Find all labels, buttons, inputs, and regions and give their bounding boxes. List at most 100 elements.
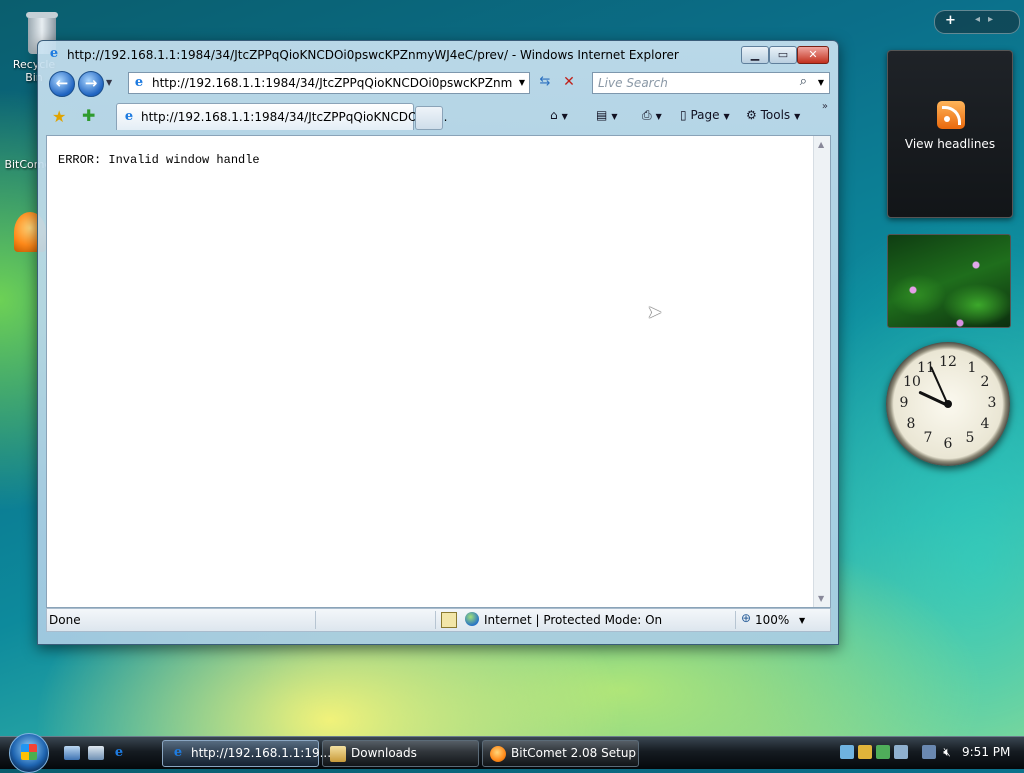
- clock-time[interactable]: 9:51 PM: [962, 745, 1010, 759]
- scroll-down-icon[interactable]: ▼: [818, 594, 824, 603]
- feeds-button[interactable]: ▤ ▼: [596, 108, 618, 122]
- stop-icon: ✕: [563, 74, 575, 90]
- scroll-up-icon[interactable]: ▲: [818, 140, 824, 149]
- stop-button[interactable]: ✕: [558, 72, 580, 92]
- add-favorites-icon[interactable]: ✚: [82, 106, 95, 125]
- maximize-button[interactable]: ▭: [769, 46, 797, 64]
- clock-numeral: 7: [923, 430, 933, 446]
- tab-current[interactable]: e http://192.168.1.1:1984/34/JtcZPPqQioK…: [116, 103, 447, 130]
- bitcomet-icon: [490, 746, 506, 762]
- search-input[interactable]: Live Search ⌕ ▼: [592, 72, 830, 94]
- tools-dropdown-icon: ▼: [794, 112, 801, 121]
- tray-app-icon[interactable]: [876, 745, 890, 759]
- security-zone[interactable]: Internet | Protected Mode: On: [484, 613, 662, 627]
- status-divider: [435, 611, 436, 629]
- show-desktop-icon[interactable]: [64, 746, 80, 760]
- taskbar-item-label: Downloads: [351, 746, 417, 760]
- taskbar-item-label: http://192.168.1.1:19...: [191, 746, 332, 760]
- start-button[interactable]: [9, 733, 49, 773]
- close-icon: ✕: [808, 48, 818, 61]
- gear-icon: ⚙: [746, 108, 757, 122]
- back-arrow-icon: ←: [55, 74, 69, 92]
- taskbar-item-browser[interactable]: e http://192.168.1.1:19...: [162, 740, 331, 767]
- page-menu-button[interactable]: ▯ Page ▼: [680, 108, 730, 122]
- clock-numeral: 5: [965, 430, 975, 446]
- forward-button[interactable]: →: [78, 71, 104, 97]
- clock-numeral: 8: [906, 416, 916, 432]
- address-text[interactable]: http://192.168.1.1:1984/34/JtcZPPqQioKNC…: [152, 76, 512, 90]
- ie-icon: e: [49, 46, 59, 61]
- rss-icon: [937, 101, 965, 129]
- clock-numeral: 9: [899, 395, 909, 411]
- refresh-button[interactable]: ⇆: [534, 72, 556, 92]
- network-status-icon[interactable]: [922, 745, 936, 759]
- tab-label: http://192.168.1.1:1984/34/JtcZPPqQioKNC…: [141, 110, 448, 124]
- network-tray-icon[interactable]: [840, 745, 854, 759]
- clock-numeral: 6: [943, 436, 953, 452]
- volume-muted-icon[interactable]: 🔇︎: [940, 745, 954, 759]
- feeds-dropdown-icon[interactable]: ▼: [611, 112, 617, 121]
- clock-numeral: 3: [987, 395, 997, 411]
- back-button[interactable]: ←: [49, 71, 75, 97]
- refresh-icon: ⇆: [539, 74, 551, 89]
- clock-numeral: 10: [903, 374, 921, 390]
- folder-icon: [330, 746, 346, 762]
- address-bar[interactable]: e http://192.168.1.1:1984/34/JtcZPPqQioK…: [128, 72, 530, 94]
- search-icon[interactable]: ⌕: [800, 74, 807, 89]
- favorites-star-icon[interactable]: ★: [52, 107, 66, 126]
- status-divider: [735, 611, 736, 629]
- slideshow-gadget[interactable]: [887, 234, 1011, 328]
- home-button[interactable]: ⌂ ▼: [550, 108, 568, 122]
- taskbar: e e http://192.168.1.1:19... Downloads B…: [0, 733, 1024, 773]
- add-gadget-icon[interactable]: +: [945, 13, 956, 28]
- print-icon: ⎙: [642, 108, 652, 122]
- close-button[interactable]: ✕: [797, 46, 829, 64]
- maximize-icon: ▭: [777, 48, 789, 61]
- chevron-right-icon[interactable]: »: [822, 101, 828, 112]
- status-text: Done: [49, 613, 81, 627]
- search-placeholder: Live Search: [598, 76, 668, 90]
- feed-label[interactable]: View headlines: [888, 137, 1012, 151]
- home-dropdown-icon[interactable]: ▼: [562, 112, 568, 121]
- ie-quicklaunch-icon[interactable]: e: [111, 746, 127, 760]
- address-dropdown-icon[interactable]: ▼: [519, 78, 525, 87]
- home-icon: ⌂: [550, 108, 558, 122]
- security-shield-icon[interactable]: [858, 745, 872, 759]
- page-content: ERROR: Invalid window handle ▲ ▼ ➤: [46, 135, 831, 608]
- switch-windows-icon[interactable]: [88, 746, 104, 760]
- windows-logo-icon: [21, 744, 37, 760]
- new-tab-button[interactable]: [415, 106, 443, 130]
- zoom-icon: ⊕: [741, 611, 752, 625]
- page-menu-label: Page: [690, 108, 720, 122]
- tray-monitor-icon[interactable]: [894, 745, 908, 759]
- minimize-button[interactable]: ▁: [741, 46, 769, 64]
- page-dropdown-icon: ▼: [723, 112, 730, 121]
- popup-blocker-icon[interactable]: [441, 612, 457, 628]
- command-bar: ★ ✚ e http://192.168.1.1:1984/34/JtcZPPq…: [46, 101, 830, 131]
- internet-zone-icon: [465, 612, 479, 626]
- print-dropdown-icon[interactable]: ▼: [656, 112, 662, 121]
- zoom-level[interactable]: 100%: [755, 613, 789, 627]
- recent-pages-dropdown[interactable]: ▼: [106, 78, 112, 87]
- tab-page-icon: e: [124, 109, 134, 124]
- tools-menu-button[interactable]: ⚙ Tools ▼: [746, 108, 800, 122]
- gadget-nav-arrows-icon[interactable]: ◂▸: [975, 14, 1001, 25]
- navigation-bar: ← → ▼ e http://192.168.1.1:1984/34/JtcZP…: [46, 69, 830, 97]
- ie-icon: e: [173, 745, 183, 760]
- zoom-dropdown-icon[interactable]: ▼: [799, 616, 805, 625]
- mouse-pointer-icon: ➤: [647, 302, 663, 323]
- taskbar-item-bitcomet-setup[interactable]: BitComet 2.08 Setup: [482, 740, 639, 767]
- taskbar-item-downloads[interactable]: Downloads: [322, 740, 479, 767]
- page-icon: e: [134, 75, 144, 90]
- error-message: ERROR: Invalid window handle: [58, 153, 260, 167]
- feeds-icon: ▤: [596, 108, 608, 122]
- vertical-scrollbar[interactable]: ▲ ▼: [813, 136, 830, 607]
- search-options-dropdown-icon[interactable]: ▼: [818, 78, 824, 87]
- print-button[interactable]: ⎙ ▼: [642, 108, 662, 123]
- clock-gadget: 12 1 2 3 4 5 6 7 8 9 10 11: [886, 342, 1010, 466]
- window-title: http://192.168.1.1:1984/34/JtcZPPqQioKNC…: [67, 48, 679, 62]
- tools-menu-label: Tools: [760, 108, 791, 122]
- clock-numeral: 2: [980, 374, 990, 390]
- title-bar[interactable]: e http://192.168.1.1:1984/34/JtcZPPqQioK…: [38, 41, 838, 67]
- feed-headlines-gadget[interactable]: View headlines: [887, 50, 1013, 218]
